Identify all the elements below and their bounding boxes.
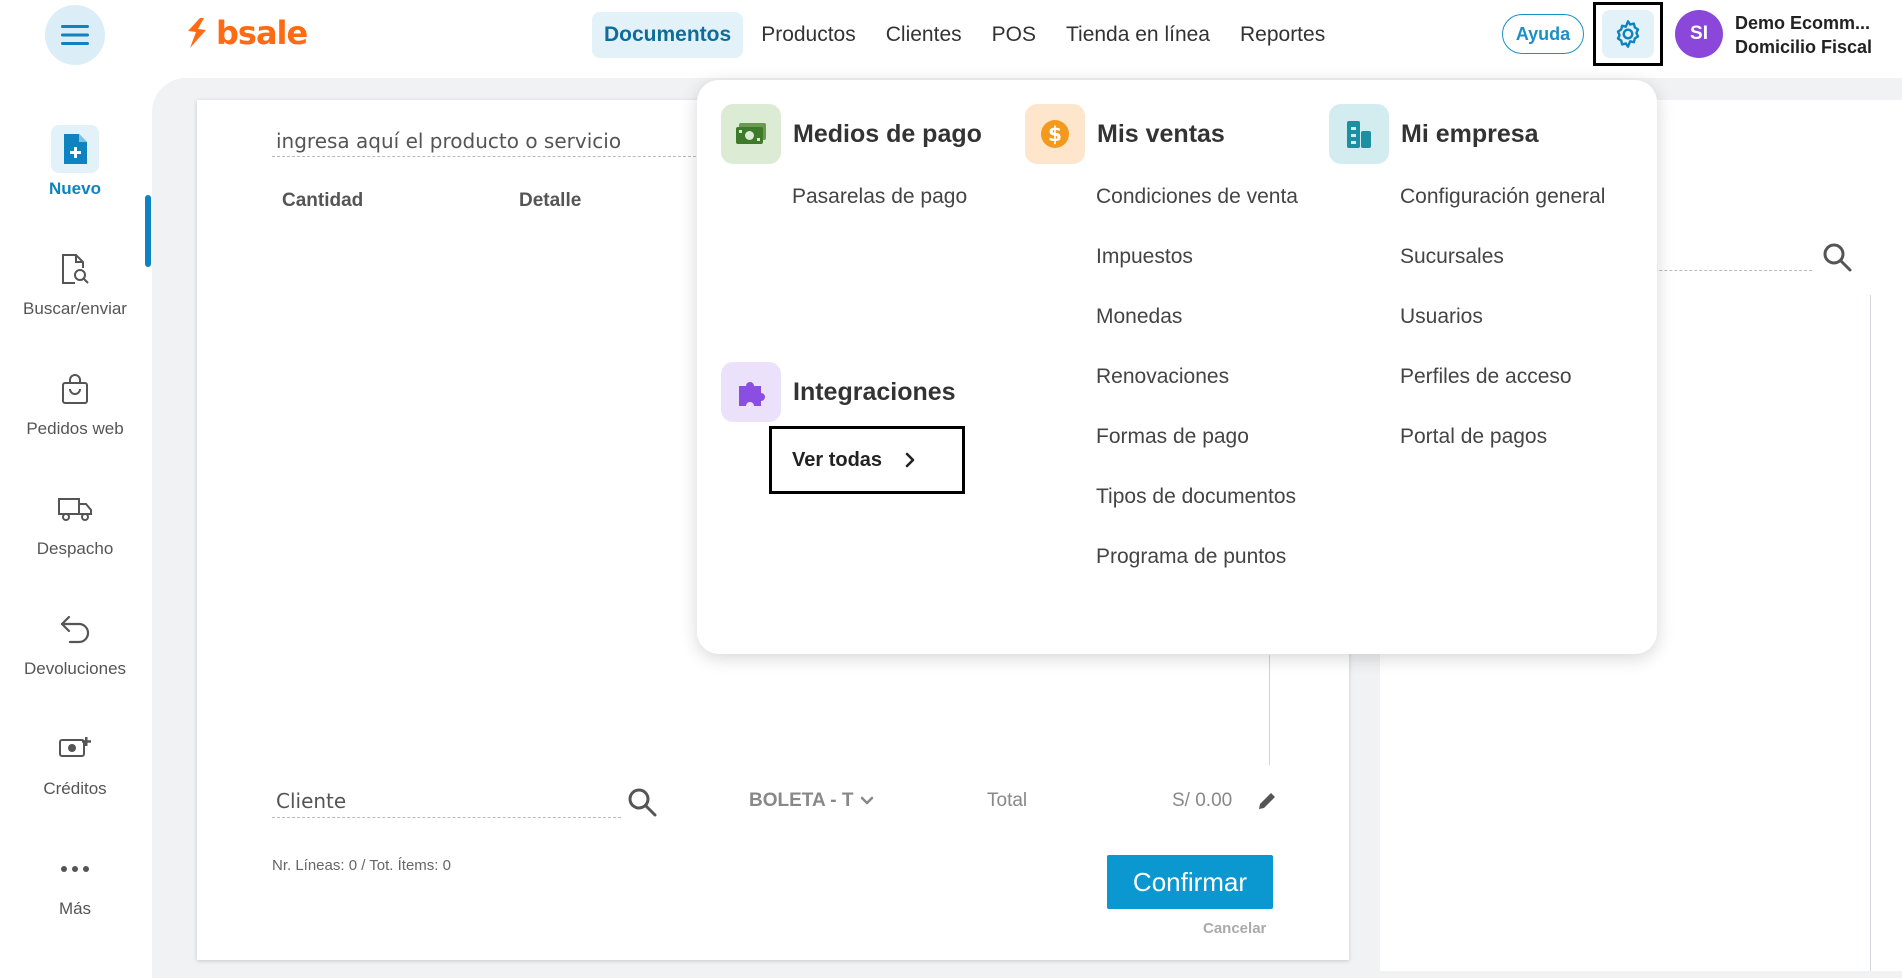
svg-text:$: $ <box>1048 122 1062 146</box>
search-icon[interactable] <box>1820 240 1854 274</box>
link-usuarios[interactable]: Usuarios <box>1400 305 1483 329</box>
bsale-bolt-icon <box>188 18 206 48</box>
column-header-cantidad: Cantidad <box>282 190 364 211</box>
truck-icon <box>51 485 99 533</box>
pencil-icon[interactable] <box>1255 789 1279 813</box>
nav-documentos[interactable]: Documentos <box>592 12 744 58</box>
product-search-input[interactable]: ingresa aquí el producto o servicio <box>272 126 706 157</box>
chevron-right-icon <box>904 451 916 469</box>
client-search-icon[interactable] <box>625 785 659 819</box>
sidebar-item-despacho[interactable]: Despacho <box>0 485 150 559</box>
category-title: Integraciones <box>793 377 956 406</box>
client-input[interactable]: Cliente <box>272 785 621 818</box>
link-sucursales[interactable]: Sucursales <box>1400 245 1504 269</box>
dollar-coin-icon: $ <box>1025 104 1085 164</box>
nav-tienda-en-linea[interactable]: Tienda en línea <box>1054 12 1222 58</box>
ver-todas-button[interactable]: Ver todas <box>769 426 965 494</box>
link-condiciones-de-venta[interactable]: Condiciones de venta <box>1096 185 1298 209</box>
sidebar-item-creditos[interactable]: Créditos <box>0 725 150 799</box>
top-bar: bsale Documentos Productos Clientes POS … <box>0 0 1902 70</box>
sidebar: Nuevo Buscar/enviar Pedidos web Despacho… <box>0 70 151 971</box>
link-pasarelas-de-pago[interactable]: Pasarelas de pago <box>792 185 967 209</box>
more-dots-icon <box>51 845 99 893</box>
company-branch: Domicilio Fiscal <box>1735 37 1873 57</box>
money-bill-icon <box>721 104 781 164</box>
link-tipos-de-documentos[interactable]: Tipos de documentos <box>1096 485 1296 509</box>
nav-clientes[interactable]: Clientes <box>874 12 974 58</box>
cash-plus-icon <box>51 725 99 773</box>
sidebar-item-label: Buscar/enviar <box>23 299 127 318</box>
link-portal-de-pagos[interactable]: Portal de pagos <box>1400 425 1547 449</box>
help-button[interactable]: Ayuda <box>1502 14 1584 54</box>
avatar[interactable]: SI <box>1675 10 1723 58</box>
nav-productos[interactable]: Productos <box>749 12 868 58</box>
total-value: S/ 0.00 <box>1172 790 1233 811</box>
category-title: Medios de pago <box>793 119 982 148</box>
sidebar-item-pedidos-web[interactable]: Pedidos web <box>0 365 150 439</box>
search-document-icon <box>51 245 99 293</box>
sidebar-item-label: Nuevo <box>49 179 101 198</box>
link-perfiles-de-acceso[interactable]: Perfiles de acceso <box>1400 365 1572 389</box>
category-integraciones: Integraciones <box>721 362 956 422</box>
company-switcher[interactable]: Demo Ecomm... Domicilio Fiscal <box>1735 11 1872 59</box>
confirm-button[interactable]: Confirmar <box>1107 855 1273 909</box>
sidebar-item-label: Más <box>58 899 92 918</box>
chevron-down-icon <box>861 796 874 805</box>
document-type-select[interactable]: BOLETA - T <box>749 790 875 812</box>
building-icon <box>1329 104 1389 164</box>
line-count-info: Nr. Líneas: 0 / Tot. Ítems: 0 <box>272 857 451 874</box>
main-nav: Documentos Productos Clientes POS Tienda… <box>592 12 1343 58</box>
nav-pos[interactable]: POS <box>980 12 1048 58</box>
settings-button-bg <box>1602 10 1654 58</box>
right-panel-divider <box>1870 295 1871 971</box>
table-divider <box>1269 655 1270 765</box>
column-header-detalle: Detalle <box>519 190 582 211</box>
sidebar-active-indicator <box>145 195 151 267</box>
document-type-value: BOLETA - T <box>749 790 854 811</box>
sidebar-item-mas[interactable]: Más <box>0 845 150 919</box>
total-label: Total <box>987 790 1028 811</box>
new-document-icon <box>51 125 99 173</box>
link-configuracion-general[interactable]: Configuración general <box>1400 185 1605 209</box>
link-formas-de-pago[interactable]: Formas de pago <box>1096 425 1249 449</box>
gear-icon <box>1616 20 1640 48</box>
return-arrow-icon <box>51 605 99 653</box>
category-mis-ventas: $ Mis ventas <box>1025 104 1225 164</box>
sidebar-item-devoluciones[interactable]: Devoluciones <box>0 605 150 679</box>
category-mi-empresa: Mi empresa <box>1329 104 1539 164</box>
sidebar-item-label: Pedidos web <box>26 419 124 438</box>
settings-button[interactable] <box>1593 2 1663 66</box>
category-title: Mi empresa <box>1401 119 1539 148</box>
shopping-bag-icon <box>51 365 99 413</box>
cancel-link[interactable]: Cancelar <box>1203 920 1266 937</box>
link-renovaciones[interactable]: Renovaciones <box>1096 365 1229 389</box>
nav-reportes[interactable]: Reportes <box>1228 12 1337 58</box>
link-impuestos[interactable]: Impuestos <box>1096 245 1193 269</box>
sidebar-item-buscar-enviar[interactable]: Buscar/enviar <box>0 245 150 319</box>
hamburger-menu-button[interactable] <box>45 5 105 65</box>
bsale-logo[interactable]: bsale <box>184 14 308 52</box>
category-medios-de-pago: Medios de pago <box>721 104 982 164</box>
sidebar-item-nuevo[interactable]: Nuevo <box>0 125 150 199</box>
puzzle-piece-icon <box>721 362 781 422</box>
sidebar-item-label: Créditos <box>43 779 107 798</box>
settings-dropdown: Medios de pago Pasarelas de pago Integra… <box>697 80 1657 654</box>
sidebar-item-label: Despacho <box>36 539 114 558</box>
link-programa-de-puntos[interactable]: Programa de puntos <box>1096 545 1286 569</box>
ver-todas-label: Ver todas <box>792 448 883 471</box>
company-name: Demo Ecomm... <box>1735 13 1871 33</box>
link-monedas[interactable]: Monedas <box>1096 305 1182 329</box>
category-title: Mis ventas <box>1097 119 1225 148</box>
sidebar-item-label: Devoluciones <box>23 659 127 678</box>
hamburger-icon <box>61 25 89 45</box>
logo-text: bsale <box>216 14 308 52</box>
